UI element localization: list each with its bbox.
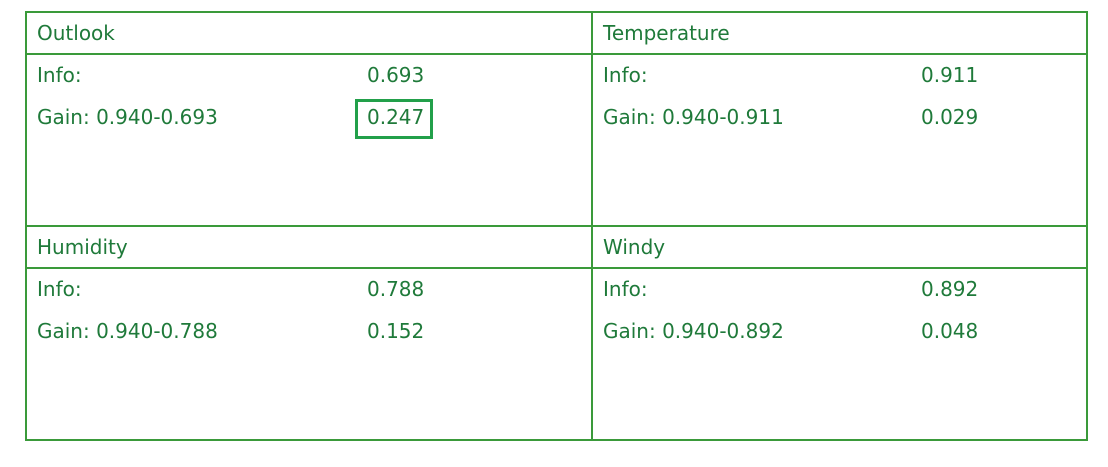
info-label: Info: bbox=[37, 63, 82, 87]
info-label: Info: bbox=[603, 277, 648, 301]
info-value: 0.892 bbox=[921, 277, 979, 301]
panel-title: Humidity bbox=[27, 227, 591, 269]
gain-label: Gain: 0.940-0.788 bbox=[37, 319, 218, 343]
gain-row: Gain: 0.940-0.693 0.247 bbox=[27, 97, 591, 139]
info-row: Info: 0.693 bbox=[27, 55, 591, 97]
panel-temperature: Temperature Info: 0.911 Gain: 0.940-0.91… bbox=[593, 13, 1086, 227]
gain-label: Gain: 0.940-0.911 bbox=[603, 105, 784, 129]
gain-value: 0.247 bbox=[367, 105, 425, 129]
information-gain-grid: Outlook Info: 0.693 Gain: 0.940-0.693 0.… bbox=[25, 11, 1088, 441]
panel-title: Temperature bbox=[593, 13, 1086, 55]
gain-value: 0.029 bbox=[921, 105, 979, 129]
info-row: Info: 0.911 bbox=[593, 55, 1086, 97]
gain-label: Gain: 0.940-0.892 bbox=[603, 319, 784, 343]
info-value: 0.693 bbox=[367, 63, 425, 87]
info-label: Info: bbox=[603, 63, 648, 87]
info-value: 0.788 bbox=[367, 277, 425, 301]
info-label: Info: bbox=[37, 277, 82, 301]
info-value: 0.911 bbox=[921, 63, 979, 87]
gain-row: Gain: 0.940-0.892 0.048 bbox=[593, 311, 1086, 353]
gain-label: Gain: 0.940-0.693 bbox=[37, 105, 218, 129]
info-row: Info: 0.892 bbox=[593, 269, 1086, 311]
gain-value: 0.152 bbox=[367, 319, 425, 343]
gain-value: 0.048 bbox=[921, 319, 979, 343]
gain-row: Gain: 0.940-0.788 0.152 bbox=[27, 311, 591, 353]
panel-humidity: Humidity Info: 0.788 Gain: 0.940-0.788 0… bbox=[27, 227, 593, 439]
panel-outlook: Outlook Info: 0.693 Gain: 0.940-0.693 0.… bbox=[27, 13, 593, 227]
info-row: Info: 0.788 bbox=[27, 269, 591, 311]
panel-title: Outlook bbox=[27, 13, 591, 55]
panel-windy: Windy Info: 0.892 Gain: 0.940-0.892 0.04… bbox=[593, 227, 1086, 439]
panel-title: Windy bbox=[593, 227, 1086, 269]
gain-row: Gain: 0.940-0.911 0.029 bbox=[593, 97, 1086, 139]
